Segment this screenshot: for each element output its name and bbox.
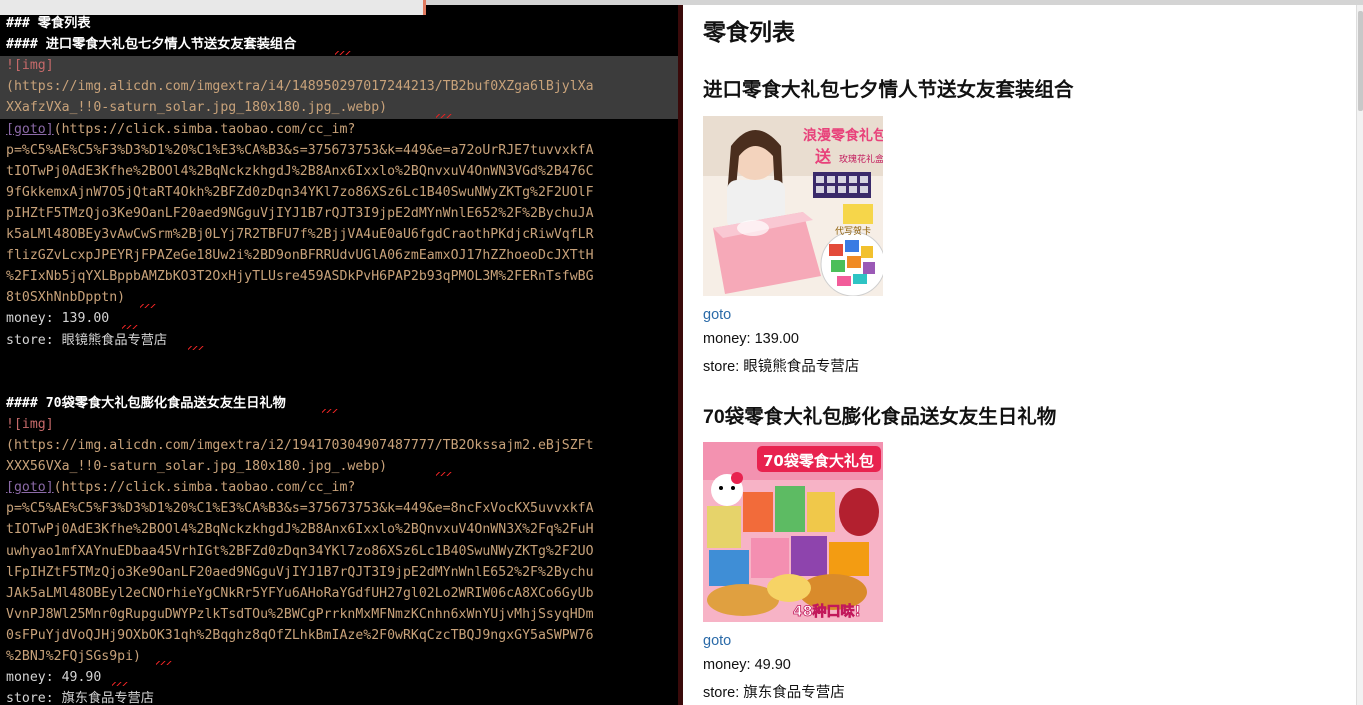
editor-line[interactable]: tIOTwPj0AdE3Kfhe%2BOOl4%2BqNckzkhgdJ%2B8… [6, 519, 594, 540]
editor-line[interactable]: tIOTwPj0AdE3Kfhe%2BOOl4%2BqNckzkhgdJ%2B8… [6, 161, 594, 182]
editor-line[interactable]: #### 70袋零食大礼包膨化食品送女友生日礼物 [6, 393, 286, 414]
spellcheck-squiggle [436, 472, 452, 476]
spellcheck-squiggle [122, 325, 138, 329]
editor-line[interactable]: ![img] [6, 414, 54, 435]
item-image-2[interactable]: 70袋零食大礼包 48种口味! [703, 442, 883, 622]
editor-line[interactable]: flizGZvLcxpJPEYRjFPAZeGe18Uw2i%2BD9onBFR… [6, 245, 594, 266]
spellcheck-squiggle [188, 346, 204, 350]
editor-line[interactable]: money: 139.00 [6, 308, 109, 329]
editor-line[interactable]: 9fGkkemxAjnW7O5jQtaRT4Okh%2BFZd0zDqn34YK… [6, 182, 594, 203]
svg-text:70袋零食大礼包: 70袋零食大礼包 [763, 452, 874, 470]
editor-line[interactable]: store: 眼镜熊食品专营店 [6, 330, 167, 351]
editor-line[interactable]: pIHZtF5TMzQjo3Ke9OanLF20aed9NGguVjIYJ1B7… [6, 203, 594, 224]
editor-line[interactable]: (https://img.alicdn.com/imgextra/i2/1941… [6, 435, 594, 456]
editor-line[interactable]: p=%C5%AE%C5%F3%D3%D1%20%C1%E3%CA%B3&s=37… [6, 140, 594, 161]
goto-link-tag: [goto] [6, 121, 54, 137]
snack-pack-image: 70袋零食大礼包 48种口味! [703, 442, 883, 622]
markdown-preview: 零食列表 进口零食大礼包七夕情人节送女友套装组合 浪漫零食礼包 送 玫瑰花礼盒 … [683, 5, 1356, 705]
markdown-editor[interactable]: ### 零食列表 #### 进口零食大礼包七夕情人节送女友套装组合 ![img] (h… [0, 0, 683, 705]
goto-link-tag: [goto] [6, 480, 54, 496]
store-1: store: 眼镜熊食品专营店 [703, 359, 860, 375]
editor-line[interactable]: (https://img.alicdn.com/imgextra/i4/1489… [6, 76, 594, 97]
editor-line[interactable]: VvnPJ8Wl25Mnr0gRupguDWYPzlkTsdTOu%2BWCgP… [6, 604, 594, 625]
spellcheck-squiggle [156, 661, 172, 665]
editor-line[interactable]: lFpIHZtF5TMzQjo3Ke9OanLF20aed9NGguVjIYJ1… [6, 562, 594, 583]
item-title-1: 进口零食大礼包七夕情人节送女友套装组合 [703, 79, 1074, 101]
item-image-1[interactable]: 浪漫零食礼包 送 玫瑰花礼盒 代写贺卡 [703, 116, 883, 296]
spellcheck-squiggle [436, 114, 452, 118]
editor-line[interactable]: ### 零食列表 [6, 13, 91, 34]
svg-text:48种口味!: 48种口味! [793, 603, 861, 620]
editor-line[interactable]: %2FIxNb5jqYXLBppbAMZbKO3T2OxHjyTLUsre459… [6, 266, 594, 287]
editor-line[interactable]: money: 49.90 [6, 667, 101, 688]
editor-line[interactable]: 0sFPuYjdVoQJHj9OXbOK31qh%2Bqghz8qOfZLhkB… [6, 625, 594, 646]
money-2: money: 49.90 [703, 657, 791, 673]
spellcheck-squiggle [322, 409, 338, 413]
preview-scrollbar[interactable] [1356, 5, 1363, 705]
svg-text:送: 送 [814, 147, 832, 166]
editor-line[interactable]: ![img] [6, 55, 54, 76]
goto-link-1[interactable]: goto [703, 307, 731, 323]
money-1: money: 139.00 [703, 331, 799, 347]
gift-box-image: 浪漫零食礼包 送 玫瑰花礼盒 代写贺卡 [703, 116, 883, 296]
editor-line[interactable]: XXafzVXa_!!0-saturn_solar.jpg_180x180.jp… [6, 97, 387, 118]
item-title-2: 70袋零食大礼包膨化食品送女友生日礼物 [703, 406, 1057, 428]
svg-text:玫瑰花礼盒: 玫瑰花礼盒 [839, 153, 883, 165]
spellcheck-squiggle [140, 304, 156, 308]
editor-line[interactable]: #### 进口零食大礼包七夕情人节送女友套装组合 [6, 34, 296, 55]
spellcheck-squiggle [112, 682, 128, 686]
editor-line[interactable]: [goto](https://click.simba.taobao.com/cc… [6, 477, 355, 498]
editor-line[interactable]: store: 旗东食品专营店 [6, 688, 154, 705]
editor-line[interactable]: [goto](https://click.simba.taobao.com/cc… [6, 119, 355, 140]
editor-line[interactable]: p=%C5%AE%C5%F3%D3%D1%20%C1%E3%CA%B3&s=37… [6, 498, 594, 519]
store-2: store: 旗东食品专营店 [703, 685, 845, 701]
editor-line[interactable]: XXX56VXa_!!0-saturn_solar.jpg_180x180.jp… [6, 456, 387, 477]
editor-line[interactable]: uwhyao1mfXAYnuEDbaa45VrhIGt%2BFZd0zDqn34… [6, 541, 594, 562]
editor-line[interactable]: %2BNJ%2FQjSGs9pi) [6, 646, 141, 667]
goto-link-2[interactable]: goto [703, 633, 731, 649]
editor-line[interactable]: 8t0SXhNnbDpptn) [6, 287, 125, 308]
svg-text:浪漫零食礼包: 浪漫零食礼包 [803, 127, 883, 144]
preview-title: 零食列表 [703, 19, 795, 45]
goto-url: (https://click.simba.taobao.com/cc_im? [53, 121, 356, 137]
editor-line[interactable]: JAk5aLMl48OBEyl2eCNOrhieYgCNkRr5YFYu6AHo… [6, 583, 594, 604]
goto-url: (https://click.simba.taobao.com/cc_im? [53, 480, 356, 496]
scrollbar-thumb[interactable] [1358, 11, 1363, 111]
spellcheck-squiggle [335, 51, 351, 55]
svg-text:代写贺卡: 代写贺卡 [835, 225, 871, 237]
editor-line[interactable]: k5aLMl48OBEy3vAwCwSrm%2Bj0LYj7R2TBFU7f%2… [6, 224, 594, 245]
